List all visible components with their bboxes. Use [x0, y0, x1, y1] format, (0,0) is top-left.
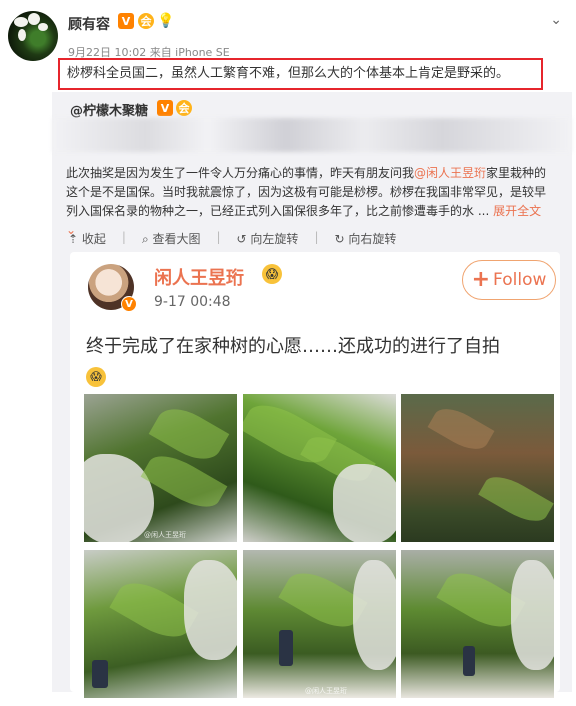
lightbulb-icon: 💡: [157, 13, 175, 29]
embedded-time: 9-17 00:48: [154, 294, 231, 310]
rotate-left-label: 向左旋转: [250, 232, 299, 246]
image-actions: ⇡ 收起 | ⌕ 查看大图 | ↺ 向左旋转 | ↻ 向右旋转: [68, 230, 396, 247]
post-text: 桫椤科全员国二，虽然人工繁育不难，但那么大的个体基本上肯定是野采的。: [58, 58, 543, 90]
verified-badge-icon: V: [118, 13, 134, 29]
emoji-icon: 😱: [262, 264, 282, 284]
rotate-right-label: 向右旋转: [348, 232, 397, 246]
vip-badge-icon: 会: [138, 13, 154, 29]
photo-thumbnail[interactable]: [401, 394, 554, 542]
follow-button[interactable]: + Follow: [462, 260, 556, 300]
photo-thumbnail[interactable]: [84, 550, 237, 698]
embedded-username[interactable]: 闲人王昱珩: [154, 264, 244, 290]
vip-badge-icon: 会: [176, 100, 192, 116]
embedded-post-card: V 闲人王昱珩 😱 9-17 00:48 + Follow 终于完成了在家种树的…: [70, 252, 560, 698]
chevron-down-icon[interactable]: ⌄: [550, 12, 562, 28]
repost-text: 此次抽奖是因为发生了一件令人万分痛心的事情，昨天有朋友问我@闲人王昱珩家里栽种的…: [66, 164, 552, 240]
photo-thumbnail[interactable]: @闲人王昱珩: [84, 394, 237, 542]
blurred-content: [52, 118, 572, 152]
collapse-button[interactable]: ⇡ 收起: [68, 230, 106, 247]
repost-badges: V 会: [157, 100, 192, 116]
embedded-post-content: 终于完成了在家种树的心愿……还成功的进行了自拍: [86, 336, 500, 357]
verified-badge-icon: V: [121, 296, 137, 312]
repost-text-a: 此次抽奖是因为发生了一件令人万分痛心的事情，昨天有朋友问我: [66, 166, 415, 180]
user-badges: V 会 💡: [118, 13, 175, 29]
watermark: @闲人王昱珩: [305, 687, 347, 695]
rotate-left-button[interactable]: ↺ 向左旋转: [237, 230, 299, 247]
plus-icon: +: [471, 267, 491, 292]
follow-label: Follow: [493, 270, 547, 290]
photo-thumbnail[interactable]: [243, 394, 396, 542]
divider: |: [121, 230, 126, 244]
photo-thumbnail[interactable]: [401, 550, 554, 698]
photo-grid: @闲人王昱珩 @闲人王昱珩: [84, 394, 554, 698]
username[interactable]: 顾有容: [68, 14, 110, 34]
divider: |: [216, 230, 221, 244]
collapse-label: 收起: [81, 232, 106, 246]
rotate-right-button[interactable]: ↻ 向右旋转: [334, 230, 396, 247]
watermark: @闲人王昱珩: [144, 531, 186, 539]
embedded-post-text: 终于完成了在家种树的心愿……还成功的进行了自拍 😱: [86, 332, 556, 392]
divider: |: [314, 230, 319, 244]
view-large-label: 查看大图: [152, 232, 201, 246]
photo-thumbnail[interactable]: @闲人王昱珩: [243, 550, 396, 698]
repost-author[interactable]: @柠檬木聚糖: [70, 100, 148, 119]
mention-link[interactable]: @闲人王昱珩: [414, 166, 486, 180]
post-text-content: 桫椤科全员国二，虽然人工繁育不难，但那么大的个体基本上肯定是野采的。: [67, 66, 510, 81]
emoji-icon: 😱: [86, 367, 106, 387]
avatar[interactable]: [8, 11, 58, 61]
verified-badge-icon: V: [157, 100, 173, 116]
view-large-button[interactable]: ⌕ 查看大图: [142, 230, 201, 247]
repost-container: @柠檬木聚糖 V 会 此次抽奖是因为发生了一件令人万分痛心的事情，昨天有朋友问我…: [52, 92, 572, 698]
